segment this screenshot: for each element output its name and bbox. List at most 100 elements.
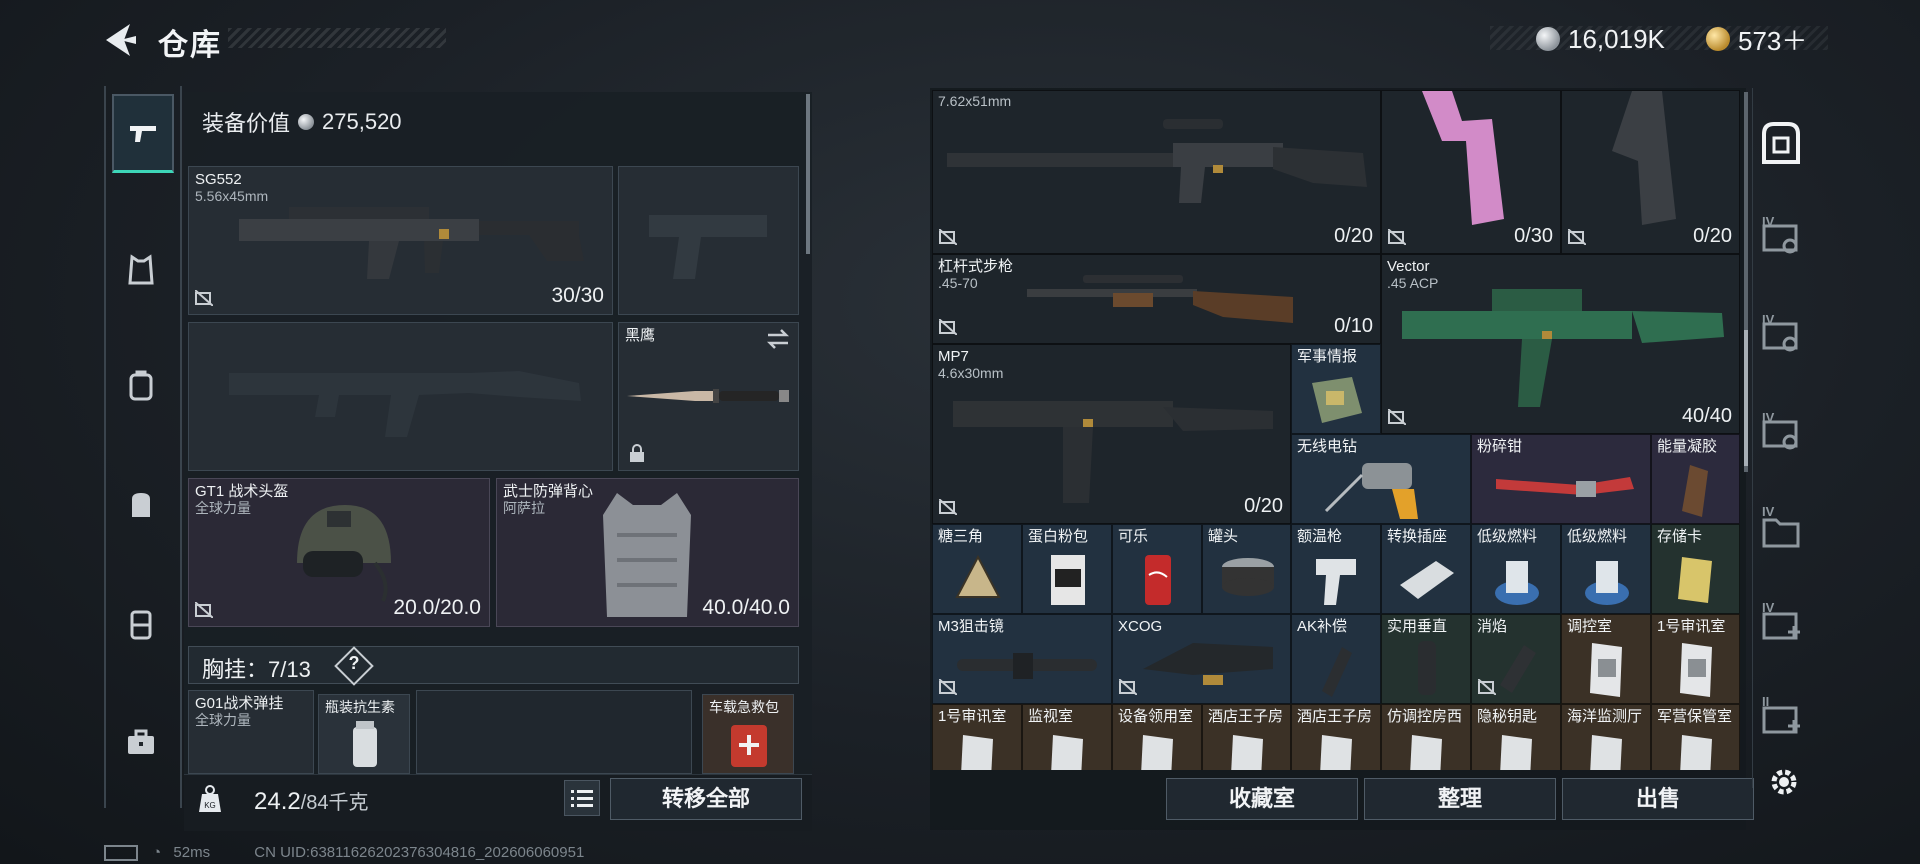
stash-item-xcog[interactable]: XCOG (1112, 614, 1291, 704)
weight-current: 24.2 (254, 788, 301, 815)
stash-item-thermometer[interactable]: 额温枪 (1291, 524, 1381, 614)
safe-box-icon[interactable] (1758, 118, 1804, 168)
grip-image (1418, 641, 1436, 695)
pistol-placeholder-icon (649, 215, 767, 279)
stash-key[interactable]: 酒店王子房 (1202, 704, 1291, 770)
melee-slot[interactable]: 黑鹰 (618, 322, 799, 471)
gray-stock-image (1612, 91, 1676, 225)
swap-icon[interactable] (766, 329, 790, 349)
lever-rifle-image (1027, 275, 1293, 323)
primary-weapon-slot[interactable]: SG552 5.56x45mm 30/30 (188, 166, 613, 315)
armor-slot[interactable]: 武士防弹背心 阿萨拉 40.0/40.0 (496, 478, 799, 627)
item-name: 糖三角 (938, 528, 984, 545)
rig-slot-antibiotic[interactable]: 瓶装抗生素 (318, 694, 410, 774)
stash-item-socket[interactable]: 转换插座 (1381, 524, 1471, 614)
tab-weapons[interactable] (112, 94, 174, 173)
stash-item-rice-triangle[interactable]: 糖三角 (932, 524, 1022, 614)
category-sidebar (104, 86, 182, 808)
item-name: 低级燃料 (1477, 528, 1538, 545)
settings-gear-icon[interactable] (1766, 764, 1802, 800)
rig-slot-first-aid[interactable]: 车载急救包 (702, 694, 794, 774)
transfer-all-button[interactable]: 转移全部 (610, 778, 802, 820)
item-name: 额温枪 (1297, 528, 1343, 545)
no-durability-icon (939, 499, 957, 515)
flash-hider-image (1500, 645, 1536, 693)
help-icon[interactable]: ? (343, 653, 365, 674)
pistol-icon (130, 126, 156, 142)
rig-slot-empty[interactable] (416, 690, 692, 774)
stash-key[interactable]: 隐秘钥匙 (1471, 704, 1561, 770)
stash-item-battle-rifle[interactable]: 7.62x51mm 0/20 (932, 90, 1381, 254)
stash-item-fuel-1[interactable]: 低级燃料 (1471, 524, 1561, 614)
stash-item-drill[interactable]: 无线电钻 (1291, 434, 1471, 524)
tab-toolbox[interactable] (112, 712, 170, 772)
backpack-icon (132, 493, 150, 517)
sort-button[interactable]: 整理 (1364, 778, 1556, 820)
chest-rig-label: 胸挂：7/13 (202, 652, 311, 684)
back-arrow-icon[interactable] (100, 22, 140, 58)
item-name: 能量凝胶 (1657, 438, 1718, 455)
loadout-scrollbar[interactable] (806, 94, 810, 254)
stash-item-protein[interactable]: 蛋白粉包 (1022, 524, 1112, 614)
lock-icon (630, 444, 644, 462)
stash-key[interactable]: 海洋监测厅 (1561, 704, 1651, 770)
keycard-image (1680, 735, 1712, 770)
list-view-button[interactable] (564, 780, 600, 816)
item-name: 实用垂直 (1387, 618, 1448, 635)
fuel-image (1495, 561, 1539, 605)
rig-slot-main[interactable]: G01战术弹挂 全球力量 (188, 690, 314, 774)
stash-item-vector[interactable]: Vector .45 ACP 40/40 (1381, 254, 1740, 434)
item-name: 仿调控房西 (1387, 708, 1463, 725)
stash-item-intel[interactable]: 军事情报 (1291, 344, 1381, 434)
stash-item-stock-pink[interactable]: 0/30 (1381, 90, 1561, 254)
stash-key[interactable]: 仿调控房西 (1381, 704, 1471, 770)
rig-item-brand: 全球力量 (195, 712, 251, 728)
svg-text:KG: KG (204, 801, 216, 810)
weight-readout: 24.2/84千克 (254, 786, 369, 816)
stash-key[interactable]: 监视室 (1022, 704, 1112, 770)
stash-scrollbar-thumb[interactable] (1744, 330, 1748, 466)
keycard-image (1231, 735, 1263, 770)
stash-item-can[interactable]: 罐头 (1202, 524, 1291, 614)
stash-item-ak-compensator[interactable]: AK补偿 (1291, 614, 1381, 704)
gold-coin-icon (1706, 27, 1730, 51)
item-ammo: 0/20 (1693, 225, 1732, 247)
title-decoration (228, 28, 446, 48)
keycard-image (1410, 735, 1442, 770)
item-name: 军营保管室 (1657, 708, 1733, 725)
tab-backpack[interactable] (112, 474, 170, 534)
collection-room-button[interactable]: 收藏室 (1166, 778, 1358, 820)
rig-item-name: 瓶装抗生素 (325, 699, 395, 715)
stash-item-memory-card[interactable]: 存储卡 (1651, 524, 1740, 614)
keycard-image (1590, 735, 1622, 770)
item-name: 罐头 (1208, 528, 1239, 545)
stash-item-cola[interactable]: 可乐 (1112, 524, 1202, 614)
stash-item-stock-gray[interactable]: 0/20 (1561, 90, 1740, 254)
pistol-slot[interactable] (618, 166, 799, 315)
tab-tactical-backpack[interactable] (112, 356, 170, 416)
stash-item-m3-scope[interactable]: M3狙击镜 (932, 614, 1112, 704)
stash-item-fuel-2[interactable]: 低级燃料 (1561, 524, 1651, 614)
keycard-image (1051, 735, 1083, 770)
stash-key[interactable]: 酒店王子房 (1291, 704, 1381, 770)
stash-item-energy-gel[interactable]: 能量凝胶 (1651, 434, 1740, 524)
stash-item-key-control-room[interactable]: 调控室 (1561, 614, 1651, 704)
stash-item-vertical-grip[interactable]: 实用垂直 (1381, 614, 1471, 704)
tab-vest[interactable] (112, 240, 170, 300)
stash-item-lever-rifle[interactable]: 杠杆式步枪 .45-70 0/10 (932, 254, 1381, 344)
sell-button[interactable]: 出售 (1562, 778, 1754, 820)
stash-item-mp7[interactable]: MP7 4.6x30mm 0/20 (932, 344, 1291, 524)
stash-item-crusher[interactable]: 粉碎钳 (1471, 434, 1651, 524)
stash-key[interactable]: 军营保管室 (1651, 704, 1740, 770)
stash-key[interactable]: 设备领用室 (1112, 704, 1202, 770)
case-level-label: IV (1762, 504, 1775, 519)
currency-secondary[interactable]: 573＋ (1706, 22, 1807, 56)
no-durability-icon (939, 679, 957, 695)
keycard-image (1320, 735, 1352, 770)
stash-item-key-interrogation[interactable]: 1号审讯室 (1651, 614, 1740, 704)
stash-item-flash-hider[interactable]: 消焰 (1471, 614, 1561, 704)
helmet-slot[interactable]: GT1 战术头盔 全球力量 20.0/20.0 (188, 478, 490, 627)
secondary-weapon-slot[interactable] (188, 322, 613, 471)
stash-key[interactable]: 1号审讯室 (932, 704, 1022, 770)
tab-container[interactable] (112, 594, 170, 654)
